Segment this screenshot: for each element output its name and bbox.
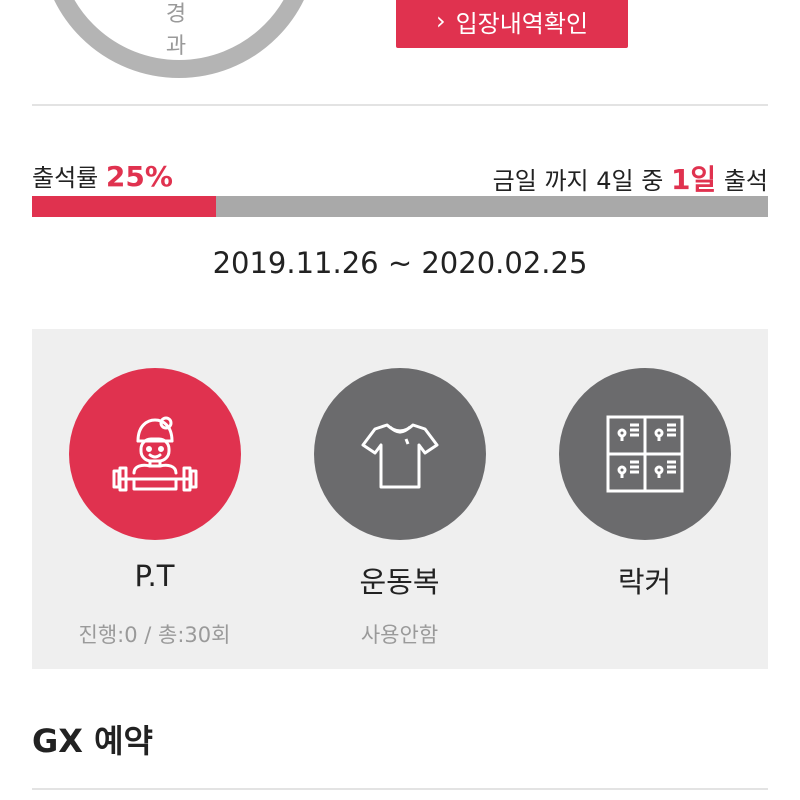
attendance-rate: 출석률 25% (32, 158, 173, 193)
service-name: P.T (134, 559, 175, 593)
membership-period: 2019.11.26 ~ 2020.02.25 (212, 246, 588, 280)
service-locker[interactable]: 락커 (522, 329, 767, 669)
service-status: 사용안함 (360, 623, 439, 647)
locker-icon (558, 368, 731, 540)
service-pt[interactable]: P.T 진행:0 / 총:30회 (32, 329, 277, 669)
attendance-summary-days: 1일 (670, 163, 717, 196)
attendance-progress-fill (32, 196, 216, 217)
attendance-summary-prefix: 금일 까지 4일 중 (492, 167, 664, 195)
service-sportswear[interactable]: 운동복 사용안함 (277, 329, 522, 669)
entry-history-button[interactable]: › 입장내역확인 (396, 0, 628, 48)
service-status: 진행:0 / 총:30회 (78, 623, 231, 647)
elapsed-label: 경과 (165, 2, 187, 59)
service-name: 락커 (617, 565, 672, 599)
chevron-right-icon: › (435, 7, 446, 35)
attendance-summary: 금일 까지 4일 중 1일 출석 (493, 158, 768, 198)
attendance-progress-bar (32, 196, 768, 217)
entry-history-button-label: 입장내역확인 (455, 9, 589, 38)
attendance-rate-value: 25% (105, 160, 173, 193)
divider (32, 788, 768, 790)
gx-reservation-title: GX 예약 (32, 722, 153, 760)
attendance-rate-label: 출석률 (32, 164, 99, 192)
tshirt-icon (313, 368, 486, 540)
attendance-summary-suffix: 출석 (723, 167, 768, 195)
service-name: 운동복 (359, 565, 440, 599)
services-panel: P.T 진행:0 / 총:30회 운동복 사용안함 락커 (32, 329, 768, 669)
divider (32, 104, 768, 106)
trainer-barbell-icon (68, 368, 241, 540)
